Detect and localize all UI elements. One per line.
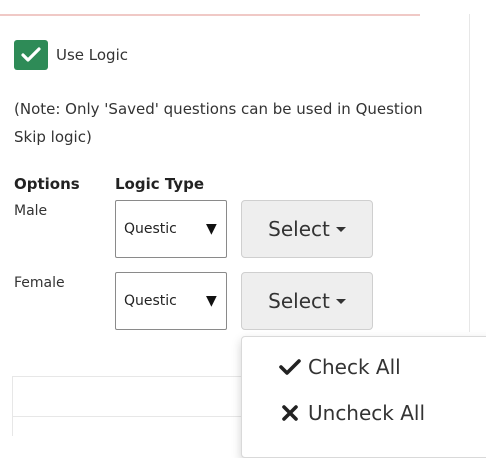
use-logic-label: Use Logic	[56, 46, 128, 64]
panel-divider-bottom	[12, 376, 242, 377]
uncheck-all-menu-item[interactable]: Uncheck All	[278, 401, 425, 425]
times-icon	[278, 401, 302, 425]
check-icon	[278, 355, 302, 379]
uncheck-all-label: Uncheck All	[308, 401, 426, 425]
logic-type-value: Questic	[124, 293, 177, 309]
caret-down-icon	[335, 226, 346, 232]
option-label-male: Male	[14, 203, 48, 219]
select-button-label: Select	[268, 289, 330, 313]
use-logic-checkbox[interactable]	[14, 40, 48, 70]
logic-type-value: Questic	[124, 221, 177, 237]
select-button-female[interactable]: Select	[241, 272, 373, 330]
options-column-header: Options	[14, 175, 80, 193]
select-button-male[interactable]: Select	[241, 200, 373, 258]
logic-type-select-male[interactable]: Questic ▼	[115, 200, 227, 258]
dropdown-arrow-icon: ▼	[206, 293, 217, 309]
check-all-label: Check All	[308, 355, 401, 379]
panel-divider	[469, 14, 470, 332]
skip-logic-note: (Note: Only 'Saved' questions can be use…	[14, 100, 423, 146]
checkmark-icon	[21, 47, 41, 62]
top-border	[0, 0, 420, 16]
logic-type-column-header: Logic Type	[115, 175, 204, 193]
select-button-label: Select	[268, 217, 330, 241]
use-logic-toggle[interactable]: Use Logic	[14, 40, 128, 70]
panel-left-edge	[12, 376, 13, 436]
select-dropdown-menu: Check All Uncheck All	[241, 336, 486, 458]
logic-type-select-female[interactable]: Questic ▼	[115, 272, 227, 330]
caret-down-icon	[335, 298, 346, 304]
dropdown-arrow-icon: ▼	[206, 221, 217, 237]
panel-divider-bottom-2	[12, 416, 242, 417]
option-label-female: Female	[14, 275, 65, 291]
check-all-menu-item[interactable]: Check All	[278, 355, 401, 379]
